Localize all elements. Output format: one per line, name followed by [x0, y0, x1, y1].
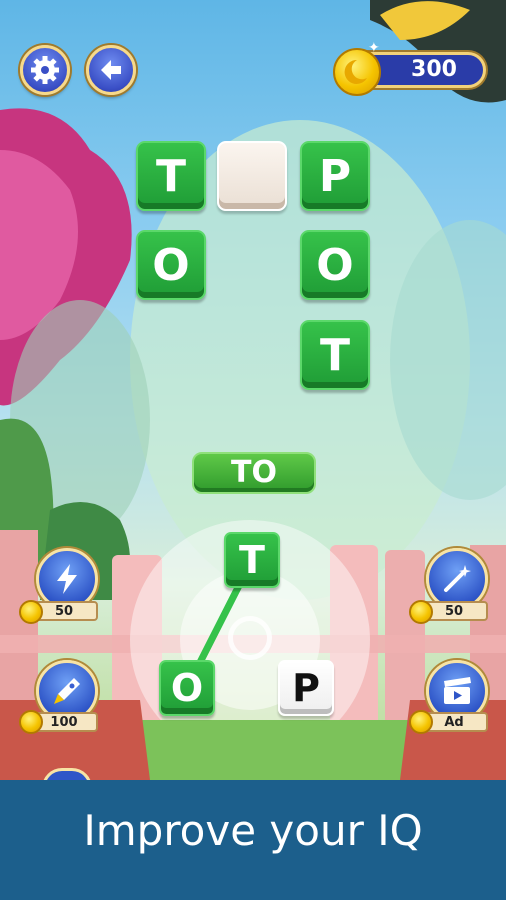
lightning-icon: [57, 564, 77, 594]
game-scene: 300 ✦ T P O O T TO T O P 50 100 50 Ad: [0, 0, 506, 780]
coin-icon: [19, 600, 43, 624]
magic-wand-icon: [444, 565, 471, 592]
wheel-letter[interactable]: T: [224, 532, 280, 588]
coin-icon: [409, 600, 433, 624]
wheel-letter[interactable]: P: [278, 660, 334, 716]
video-clapper-icon: [444, 677, 471, 704]
coin-icon: [19, 710, 43, 734]
banner-tagline: Improve your IQ: [83, 806, 423, 855]
coin-icon: [409, 710, 433, 734]
wheel-letter[interactable]: O: [159, 660, 215, 716]
wheel-shuffle-icon[interactable]: [228, 616, 272, 660]
rocket-icon: [54, 678, 80, 704]
